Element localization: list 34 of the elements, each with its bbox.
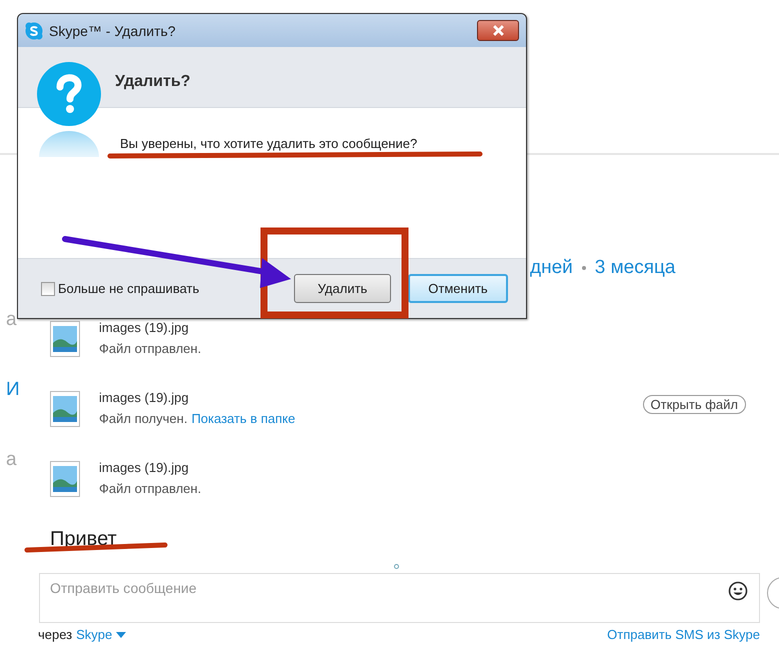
- file-status: Файл отправлен.: [99, 340, 202, 358]
- file-name: images (19).jpg: [99, 389, 190, 407]
- sender-name: а: [5, 311, 18, 329]
- typing-dot: [394, 564, 399, 569]
- checkbox-label[interactable]: Больше не спрашивать: [58, 281, 200, 296]
- history-period-link[interactable]: дней: [530, 257, 573, 279]
- image-file-icon: [50, 391, 80, 427]
- dialog-message: Вы уверены, что хотите удалить это сообщение?: [120, 136, 418, 151]
- sender-name: а: [5, 451, 18, 469]
- file-name: images (19).jpg: [99, 459, 190, 477]
- history-period-link[interactable]: 3 месяца: [594, 257, 676, 279]
- image-file-icon: [50, 321, 80, 357]
- via-label: через: [38, 627, 72, 642]
- window-title: Skype™ - Удалить?: [49, 22, 176, 38]
- dialog-button[interactable]: Отменить: [408, 274, 508, 303]
- file-status: Файл получен.: [99, 410, 188, 428]
- smiley-icon[interactable]: [728, 581, 748, 601]
- message-input-field[interactable]: Отправить сообщение: [39, 573, 760, 623]
- open-file-button[interactable]: Открыть файл: [642, 395, 746, 414]
- message-text: Привет: [50, 527, 117, 551]
- dialog-heading: Удалить?: [115, 73, 190, 91]
- s-logo-icon: [25, 22, 43, 40]
- checkbox[interactable]: [41, 282, 55, 296]
- image-file-icon: [50, 461, 80, 497]
- file-name: images (19).jpg: [99, 319, 190, 337]
- show-in-folder-link[interactable]: Показать в папке: [191, 408, 296, 429]
- send-sms-link[interactable]: Отправить SMS из Skype: [607, 627, 760, 642]
- file-status: Файл отправлен.: [99, 480, 202, 498]
- sender-name: И: [5, 381, 21, 399]
- close-button[interactable]: [477, 20, 519, 41]
- close-icon: [492, 25, 504, 36]
- service-dropdown[interactable]: Skype: [76, 627, 126, 642]
- separator-dot: [582, 266, 586, 270]
- dialog-button[interactable]: Удалить: [294, 274, 391, 303]
